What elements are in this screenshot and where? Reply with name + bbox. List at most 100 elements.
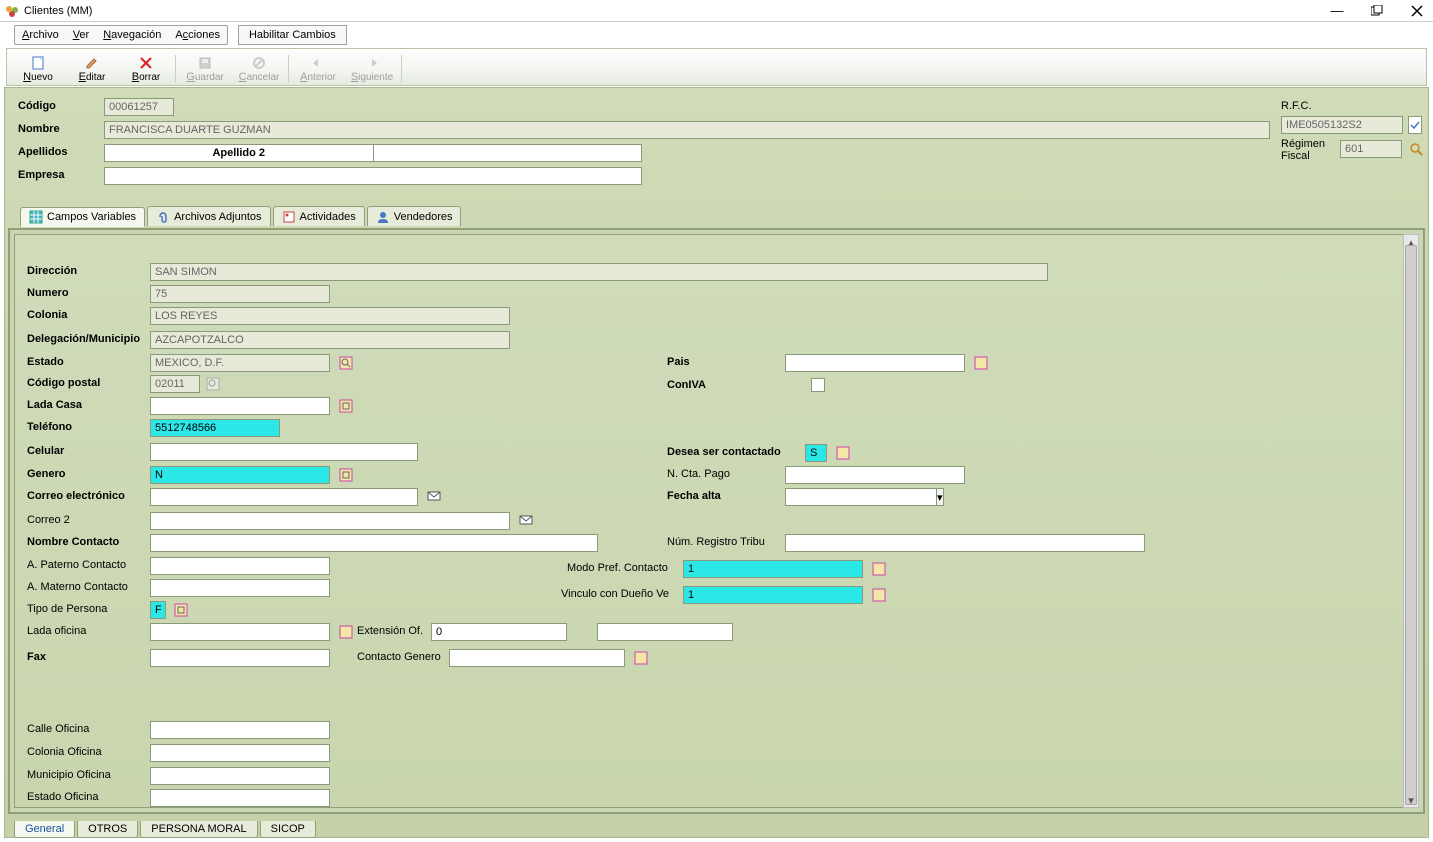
fechaalta-label: Fecha alta: [667, 490, 721, 502]
pais-input[interactable]: [785, 354, 965, 372]
pais-lookup-icon[interactable]: [973, 355, 989, 371]
nuevo-button[interactable]: Nuevo: [11, 51, 65, 85]
colonia-input[interactable]: [150, 307, 510, 325]
minimize-button[interactable]: —: [1325, 2, 1349, 20]
tab-vendedores[interactable]: Vendedores: [367, 206, 462, 226]
cp-input[interactable]: [150, 375, 200, 393]
regimen-lookup-icon[interactable]: [1408, 141, 1424, 157]
tab-campos-variables[interactable]: Campos Variables: [20, 207, 145, 227]
municipiooficina-input[interactable]: [150, 767, 330, 785]
contactogenero-lookup-icon[interactable]: [633, 650, 649, 666]
maximize-button[interactable]: [1365, 2, 1389, 20]
habilitar-cambios-button[interactable]: Habilitar Cambios: [238, 25, 347, 45]
tab-actividades[interactable]: Actividades: [273, 206, 365, 226]
nctapago-input[interactable]: [785, 466, 965, 484]
menu-ver[interactable]: Ver: [66, 26, 97, 44]
pais-label: Pais: [667, 356, 690, 368]
scroll-thumb[interactable]: [1405, 245, 1417, 805]
calleoficina-input[interactable]: [150, 721, 330, 739]
numregistro-label: Núm. Registro Tribu: [667, 536, 765, 548]
cp-lookup-icon[interactable]: [205, 376, 221, 392]
empresa-input[interactable]: [104, 167, 642, 185]
correo-action-icon[interactable]: [426, 488, 442, 504]
tab-sicop[interactable]: SICOP: [260, 821, 316, 838]
correo2-action-icon[interactable]: [518, 512, 534, 528]
scroll-down-icon[interactable]: ▾: [1404, 793, 1418, 807]
rfc-input[interactable]: [1281, 116, 1403, 134]
genero-lookup-icon[interactable]: [338, 467, 354, 483]
nctapago-label: N. Cta. Pago: [667, 468, 730, 480]
nombre-input[interactable]: [104, 121, 1270, 139]
correo-label: Correo electrónico: [27, 490, 125, 502]
tab-persona-moral[interactable]: PERSONA MORAL: [140, 821, 257, 838]
estado-label: Estado: [27, 356, 64, 368]
menu-archivo[interactable]: Archivo: [15, 26, 66, 44]
cancelar-button: Cancelar: [232, 51, 286, 85]
tab-otros[interactable]: OTROS: [77, 821, 138, 838]
vendors-icon: [376, 210, 390, 224]
vinculo-lookup-icon[interactable]: [871, 587, 887, 603]
tipopersona-input[interactable]: [150, 601, 166, 619]
numero-input[interactable]: [150, 285, 330, 303]
ladaoficina-input[interactable]: [150, 623, 330, 641]
nombrecontacto-input[interactable]: [150, 534, 598, 552]
vinculo-input[interactable]: [683, 586, 863, 604]
next-icon: [365, 55, 379, 71]
ladacasa-input[interactable]: [150, 397, 330, 415]
amaterno-label: A. Materno Contacto: [27, 581, 128, 593]
ladaoficina-lookup-icon[interactable]: [338, 624, 354, 640]
tipopersona-lookup-icon[interactable]: [173, 602, 189, 618]
new-icon: [31, 55, 45, 71]
top-tabstrip: Campos Variables Archivos Adjuntos Activ…: [20, 206, 463, 226]
rfc-check[interactable]: [1408, 116, 1422, 134]
apaterno-input[interactable]: [150, 557, 330, 575]
codigo-input[interactable]: [104, 98, 174, 116]
chevron-down-icon[interactable]: ▾: [937, 488, 944, 506]
amaterno-input[interactable]: [150, 579, 330, 597]
extension-input[interactable]: [431, 623, 567, 641]
numregistro-input[interactable]: [785, 534, 1145, 552]
edit-icon: [85, 55, 99, 71]
form-inner: Dirección Numero Colonia Delegación/Muni…: [14, 234, 1419, 808]
genero-input[interactable]: [150, 466, 330, 484]
coloniaoficina-input[interactable]: [150, 744, 330, 762]
fax-input[interactable]: [150, 649, 330, 667]
direccion-input[interactable]: [150, 263, 1048, 281]
borrar-button[interactable]: Borrar: [119, 51, 173, 85]
menu-navegacion[interactable]: Navegación: [96, 26, 168, 44]
vertical-scrollbar[interactable]: ▴ ▾: [1403, 234, 1419, 808]
apellido2-cell[interactable]: [374, 145, 642, 161]
modopref-lookup-icon[interactable]: [871, 561, 887, 577]
deseacontacto-lookup-icon[interactable]: [835, 445, 851, 461]
ladacasa-lookup-icon[interactable]: [338, 398, 354, 414]
attachment-icon: [156, 210, 170, 224]
app-icon: [4, 3, 20, 19]
correo2-input[interactable]: [150, 512, 510, 530]
menu-group: Archivo Ver Navegación Acciones: [14, 25, 228, 45]
tab-archivos-adjuntos[interactable]: Archivos Adjuntos: [147, 206, 270, 226]
fechaalta-combo[interactable]: ▾: [785, 488, 871, 506]
close-button[interactable]: [1405, 2, 1429, 20]
estadooficina-input[interactable]: [150, 789, 330, 807]
nombrecontacto-label: Nombre Contacto: [27, 536, 119, 548]
coniva-checkbox[interactable]: [811, 378, 825, 392]
celular-input[interactable]: [150, 443, 418, 461]
menu-acciones[interactable]: Acciones: [168, 26, 227, 44]
modopref-input[interactable]: [683, 560, 863, 578]
tab-general[interactable]: General: [14, 821, 75, 838]
tab-archivos-label: Archivos Adjuntos: [174, 211, 261, 223]
fechaalta-input[interactable]: [785, 488, 937, 506]
extension-extra-input[interactable]: [597, 623, 733, 641]
editar-button[interactable]: Editar: [65, 51, 119, 85]
nombre-label: Nombre: [18, 123, 60, 135]
estado-input[interactable]: [150, 354, 330, 372]
estado-lookup-icon[interactable]: [338, 355, 354, 371]
regimen-input[interactable]: [1340, 140, 1402, 158]
deseacontacto-input[interactable]: [805, 444, 827, 462]
extension-label: Extensión Of.: [357, 625, 423, 637]
correo-input[interactable]: [150, 488, 418, 506]
delegacion-input[interactable]: [150, 331, 510, 349]
telefono-input[interactable]: [150, 419, 280, 437]
contactogenero-input[interactable]: [449, 649, 625, 667]
apellidos-label: Apellidos: [18, 146, 68, 158]
